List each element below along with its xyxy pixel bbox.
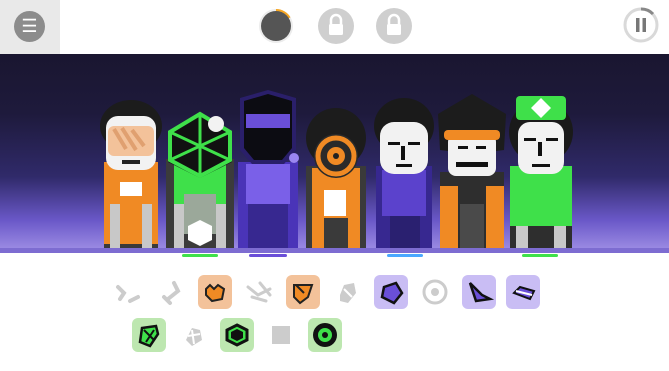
- character-4[interactable]: [300, 54, 372, 252]
- effect-icon-3[interactable]: [286, 275, 320, 309]
- voice-icon-1[interactable]: [132, 318, 166, 352]
- character-progress-bar: [522, 254, 558, 257]
- effect-icon-2[interactable]: [242, 275, 276, 309]
- character-2[interactable]: [160, 54, 240, 252]
- stage-floor: [0, 248, 669, 253]
- effect-icon-4[interactable]: [330, 275, 364, 309]
- progress-ring-icon: [258, 8, 294, 44]
- character-5[interactable]: [370, 54, 438, 252]
- beat-icon-2[interactable]: [154, 275, 188, 309]
- melody-icon-1[interactable]: [374, 275, 408, 309]
- menu-tile: ☰: [0, 0, 60, 54]
- character-6[interactable]: [434, 54, 510, 252]
- hamburger-menu-icon[interactable]: ☰: [14, 11, 45, 42]
- character-3[interactable]: [232, 54, 304, 252]
- lock-icon[interactable]: [376, 8, 412, 44]
- voice-icon-4[interactable]: [264, 318, 298, 352]
- character-progress-bar: [249, 254, 287, 257]
- stage: [0, 54, 669, 252]
- voice-icon-3[interactable]: [220, 318, 254, 352]
- character-progress-bar: [387, 254, 423, 257]
- character-7[interactable]: [504, 54, 578, 252]
- effect-icon-1[interactable]: [198, 275, 232, 309]
- voice-icon-2[interactable]: [176, 318, 210, 352]
- melody-icon-3[interactable]: [462, 275, 496, 309]
- lock-icon[interactable]: [318, 8, 354, 44]
- character-progress-bar: [182, 254, 218, 257]
- melody-icon-4[interactable]: [506, 275, 540, 309]
- top-bar: ☰: [0, 0, 669, 54]
- beat-icon-1[interactable]: [110, 275, 144, 309]
- voice-icon-5[interactable]: [308, 318, 342, 352]
- character-1[interactable]: [96, 54, 166, 252]
- pause-icon[interactable]: [623, 7, 659, 43]
- melody-icon-2[interactable]: [418, 275, 452, 309]
